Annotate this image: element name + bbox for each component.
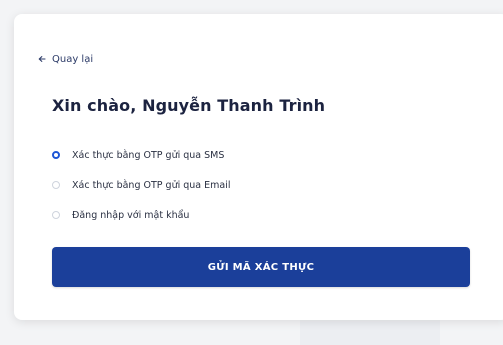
radio-otp-sms[interactable] [52, 151, 60, 159]
radio-password-login[interactable] [52, 211, 60, 219]
send-code-button[interactable]: GỬI MÃ XÁC THỰC [52, 247, 470, 287]
back-link-label: Quay lại [52, 53, 94, 65]
page-title: Xin chào, Nguyễn Thanh Trình [52, 96, 326, 115]
radio-otp-email[interactable] [52, 181, 60, 189]
arrow-left-icon [38, 56, 46, 62]
option-otp-email-label: Xác thực bằng OTP gửi qua Email [72, 179, 231, 191]
option-otp-email[interactable]: Xác thực bằng OTP gửi qua Email [52, 178, 231, 192]
back-link[interactable]: Quay lại [38, 52, 93, 66]
auth-method-options: Xác thực bằng OTP gửi qua SMS Xác thực b… [52, 148, 231, 238]
option-otp-sms-label: Xác thực bằng OTP gửi qua SMS [72, 149, 225, 161]
option-otp-sms[interactable]: Xác thực bằng OTP gửi qua SMS [52, 148, 231, 162]
option-password-login-label: Đăng nhập với mật khẩu [72, 209, 190, 221]
option-password-login[interactable]: Đăng nhập với mật khẩu [52, 208, 231, 222]
